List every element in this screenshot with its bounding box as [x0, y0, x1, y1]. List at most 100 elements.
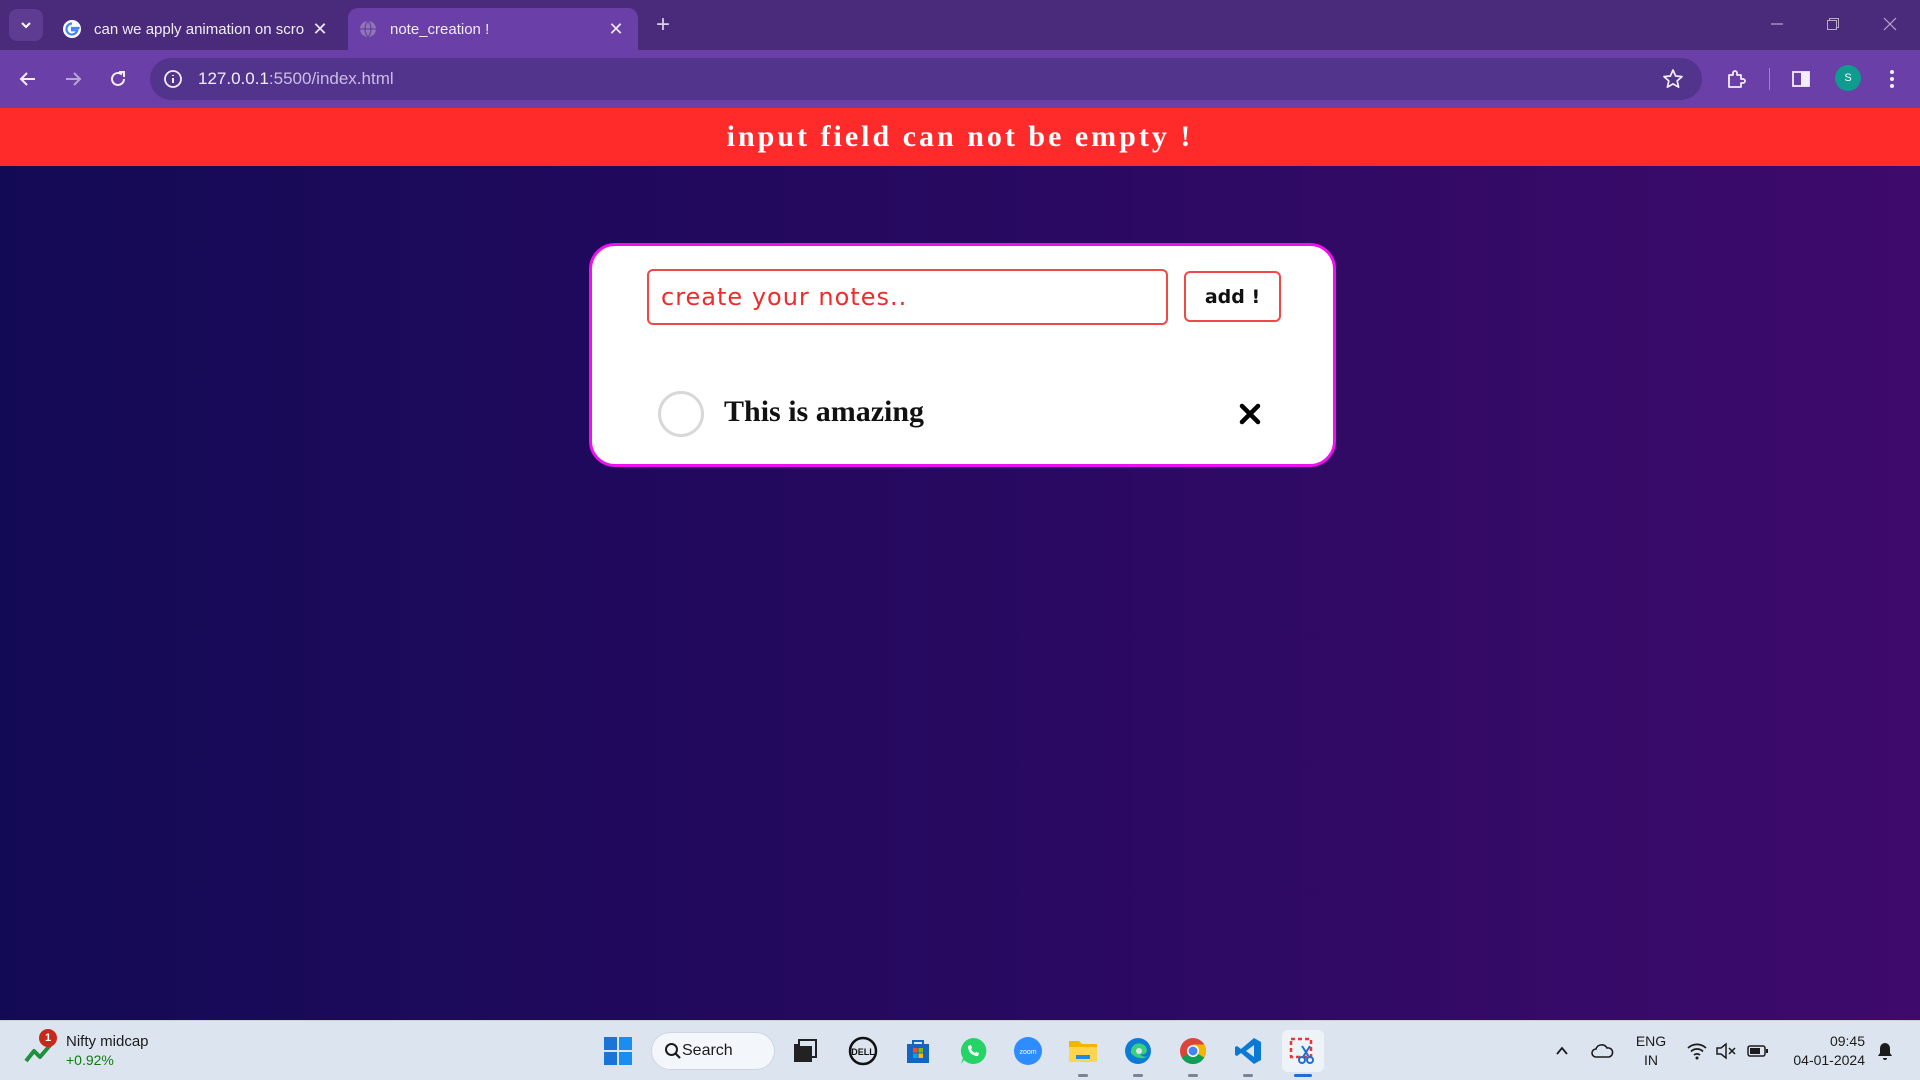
kebab-menu-icon: [1890, 70, 1894, 88]
edge-icon: [1125, 1038, 1151, 1064]
add-note-button[interactable]: add !: [1184, 271, 1281, 322]
wifi-tray[interactable]: [1685, 1039, 1709, 1063]
whatsapp-icon: [960, 1037, 987, 1064]
start-button[interactable]: [597, 1030, 639, 1072]
stocks-widget[interactable]: 1 Nifty midcap +0.92%: [22, 1029, 149, 1073]
folder-icon: [1069, 1041, 1097, 1062]
profile-avatar[interactable]: S: [1835, 65, 1861, 91]
wifi-icon: [1687, 1043, 1707, 1060]
note-checkbox[interactable]: [658, 391, 704, 437]
browser-menu-button[interactable]: [1878, 65, 1906, 93]
store-icon: [907, 1040, 929, 1063]
url-host: 127.0.0.1: [198, 69, 269, 88]
note-item: This is amazing: [658, 391, 1298, 437]
running-indicator: [1294, 1074, 1312, 1077]
close-tab-icon[interactable]: ✕: [602, 19, 630, 40]
new-tab-button[interactable]: +: [650, 10, 676, 40]
notifications-button[interactable]: [1873, 1039, 1897, 1063]
close-icon: [1883, 17, 1897, 31]
reload-icon: [111, 71, 125, 86]
dell-icon: DELL: [848, 1036, 878, 1066]
windows-logo-icon: [604, 1037, 632, 1065]
clock-time: 09:45: [1829, 1033, 1865, 1049]
puzzle-icon: [1728, 70, 1746, 88]
arrow-left-icon: [19, 72, 35, 86]
svg-text:zoom: zoom: [1019, 1049, 1036, 1056]
back-button[interactable]: [14, 65, 42, 93]
battery-icon: [1747, 1045, 1768, 1057]
running-indicator: [1078, 1074, 1088, 1077]
snipping-tool-icon: [1289, 1037, 1314, 1064]
taskbar-app-snipping-tool[interactable]: [1282, 1030, 1324, 1077]
taskbar-app-file-explorer[interactable]: [1062, 1030, 1104, 1077]
note-text[interactable]: This is amazing: [724, 395, 924, 429]
chevron-down-icon: [21, 22, 31, 29]
onedrive-tray[interactable]: [1590, 1039, 1614, 1063]
widget-title: Nifty midcap: [66, 1033, 149, 1050]
taskbar-app-whatsapp[interactable]: [952, 1030, 994, 1072]
taskbar-app-store[interactable]: [897, 1030, 939, 1072]
arrow-right-icon: [66, 72, 82, 86]
browser-toolbar: 127.0.0.1:5500/index.html: [0, 50, 1920, 108]
running-indicator: [1243, 1074, 1253, 1077]
site-info-icon[interactable]: [162, 68, 184, 90]
minimize-icon: [1771, 23, 1783, 25]
close-window-button[interactable]: [1870, 10, 1910, 40]
minimize-window-button[interactable]: [1757, 10, 1797, 40]
volume-tray[interactable]: [1714, 1039, 1738, 1063]
show-hidden-icons-button[interactable]: [1550, 1039, 1574, 1063]
url-path: :5500/index.html: [268, 69, 394, 88]
taskbar-app-chrome[interactable]: [1172, 1030, 1214, 1077]
tab-title: note_creation !: [390, 20, 490, 38]
tab-search-button[interactable]: [9, 9, 43, 41]
google-icon: [63, 20, 81, 38]
close-icon: [1239, 403, 1261, 425]
note-input[interactable]: [647, 269, 1168, 325]
clock-date: 04-01-2024: [1793, 1052, 1865, 1068]
bell-icon: [1878, 1043, 1892, 1060]
browser-tab-strip: can we apply animation on scro ✕ note_cr…: [0, 0, 1920, 50]
bookmark-star-icon[interactable]: [1660, 66, 1686, 92]
forward-button[interactable]: [59, 65, 87, 93]
tab-note-creation[interactable]: note_creation ! ✕: [348, 8, 638, 50]
region-code: IN: [1644, 1052, 1658, 1068]
task-view-button[interactable]: [784, 1030, 826, 1072]
task-view-icon: [794, 1039, 817, 1062]
running-indicator: [1133, 1074, 1143, 1077]
volume-muted-icon: [1716, 1042, 1736, 1060]
taskbar-app-edge[interactable]: [1117, 1030, 1159, 1077]
search-label: Search: [682, 1042, 733, 1059]
svg-text:DELL: DELL: [851, 1047, 875, 1057]
notification-badge: 1: [39, 1029, 57, 1047]
page-content: input field can not be empty ! add ! Thi…: [0, 108, 1920, 1020]
taskbar-app-dell[interactable]: DELL: [842, 1030, 884, 1072]
notes-card: add ! This is amazing: [589, 243, 1336, 467]
widget-value: +0.92%: [66, 1052, 114, 1068]
taskbar-search[interactable]: Search: [651, 1032, 775, 1070]
cloud-icon: [1591, 1044, 1614, 1058]
globe-icon: [360, 20, 376, 38]
address-bar[interactable]: 127.0.0.1:5500/index.html: [150, 58, 1702, 100]
toolbar-divider: [1769, 68, 1770, 90]
side-panel-button[interactable]: [1787, 65, 1815, 93]
running-indicator: [1188, 1074, 1198, 1077]
clock[interactable]: 09:45 04-01-2024: [1781, 1032, 1865, 1070]
taskbar-app-vscode[interactable]: [1227, 1030, 1269, 1077]
restore-window-button[interactable]: [1813, 10, 1853, 40]
close-tab-icon[interactable]: ✕: [306, 19, 334, 40]
delete-note-button[interactable]: [1235, 399, 1265, 429]
taskbar-app-zoom[interactable]: zoom: [1007, 1030, 1049, 1072]
battery-tray[interactable]: [1746, 1039, 1770, 1063]
vscode-icon: [1235, 1038, 1261, 1064]
tab-title: can we apply animation on scro: [94, 20, 305, 38]
restore-icon: [1827, 18, 1839, 30]
search-icon: [665, 1043, 681, 1059]
tab-google-search[interactable]: can we apply animation on scro ✕: [52, 8, 342, 50]
reload-button[interactable]: [104, 65, 132, 93]
side-panel-icon: [1792, 71, 1810, 87]
input-language-indicator[interactable]: ENG IN: [1633, 1032, 1669, 1070]
url-text[interactable]: 127.0.0.1:5500/index.html: [198, 69, 1660, 89]
chrome-icon: [1180, 1038, 1207, 1065]
chevron-up-icon: [1556, 1046, 1568, 1055]
extensions-button[interactable]: [1722, 65, 1750, 93]
